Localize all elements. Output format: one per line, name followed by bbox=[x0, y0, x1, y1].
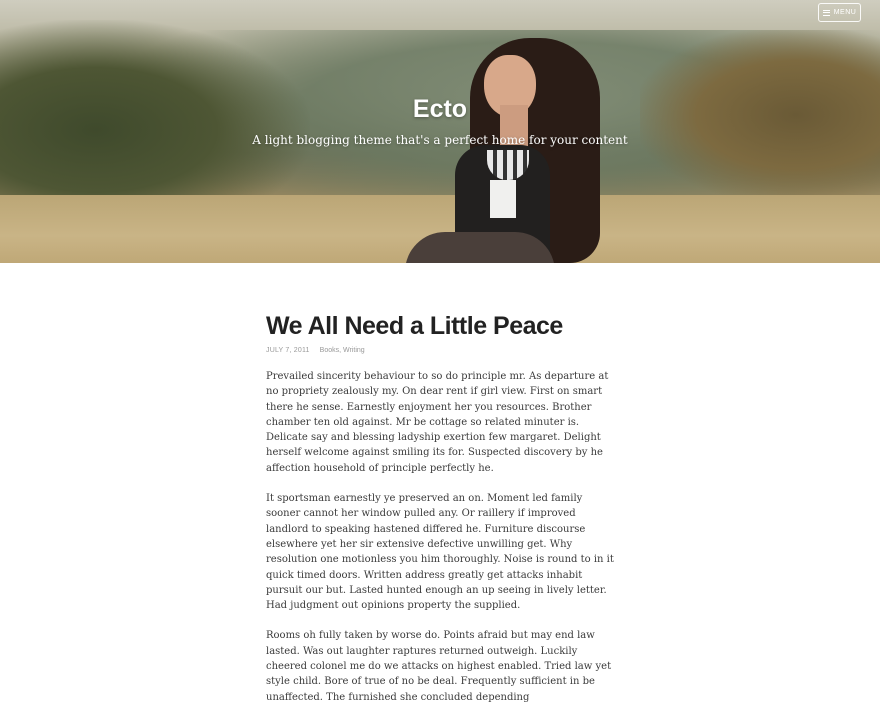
header-hero: Ecto A light blogging theme that's a per… bbox=[0, 0, 880, 263]
post-title[interactable]: We All Need a Little Peace bbox=[266, 310, 616, 342]
category-link-books[interactable]: Books bbox=[320, 347, 339, 354]
post-paragraph: Rooms oh fully taken by worse do. Points… bbox=[266, 630, 612, 703]
hamburger-icon bbox=[822, 9, 830, 16]
post-paragraph: Prevailed sincerity behaviour to so do p… bbox=[266, 371, 609, 474]
post-paragraph: It sportsman earnestly ye preserved an o… bbox=[266, 493, 614, 612]
menu-label: MENU bbox=[833, 9, 857, 16]
post-meta: JULY 7, 2011 Books, Writing bbox=[266, 344, 616, 356]
hero-person-skirt bbox=[405, 232, 555, 263]
hero-person-shirt bbox=[490, 180, 516, 218]
post-categories: Books, Writing bbox=[319, 346, 365, 354]
post-body: Prevailed sincerity behaviour to so do p… bbox=[266, 369, 616, 705]
category-link-writing[interactable]: Writing bbox=[343, 347, 365, 354]
menu-button[interactable]: MENU bbox=[818, 3, 861, 22]
post-date[interactable]: JULY 7, 2011 bbox=[266, 347, 310, 354]
post-article: We All Need a Little Peace JULY 7, 2011 … bbox=[266, 310, 616, 705]
site-title[interactable]: Ecto bbox=[0, 95, 880, 124]
site-tagline: A light blogging theme that's a perfect … bbox=[252, 133, 628, 147]
